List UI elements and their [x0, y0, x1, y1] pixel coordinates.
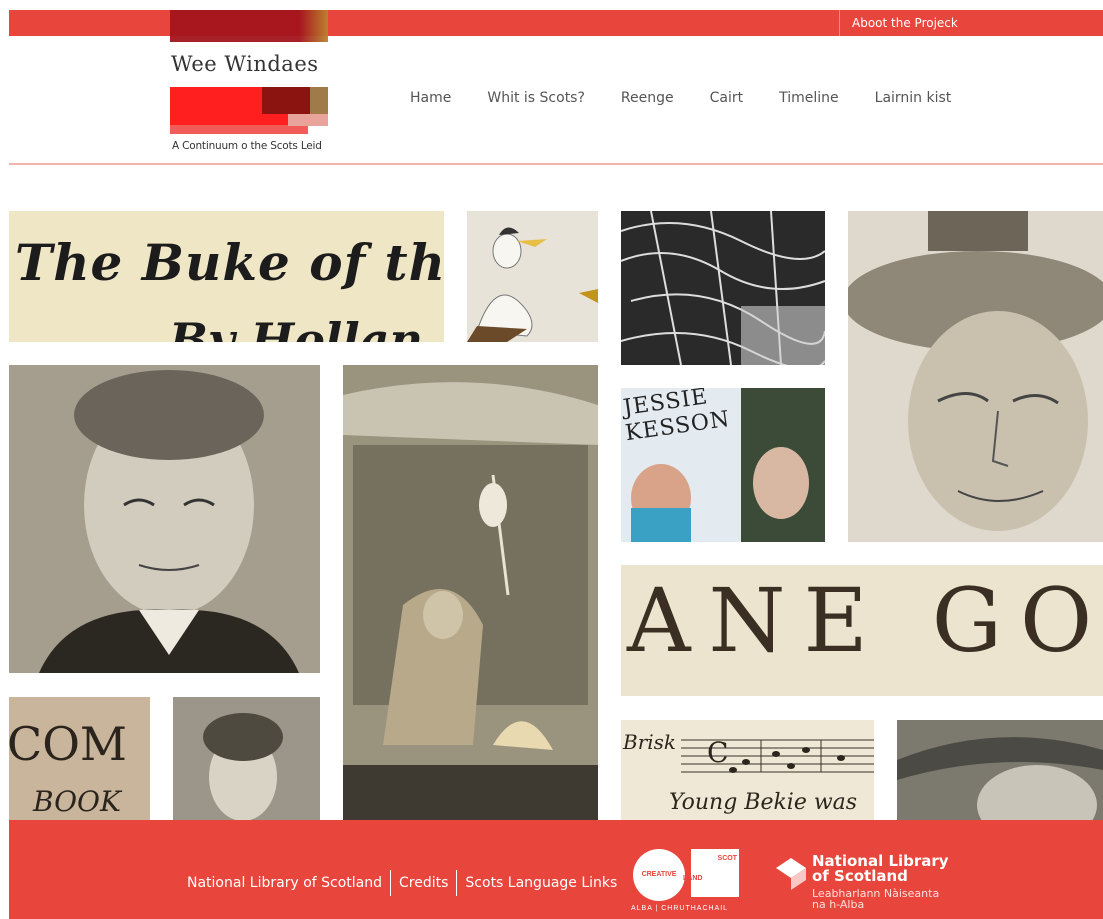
- book-text: BOOK: [33, 785, 121, 818]
- creative-square-bottom: LAND: [683, 875, 703, 882]
- tile-woman-hat-photo[interactable]: [897, 720, 1103, 820]
- woodcut-illustration: [621, 211, 825, 365]
- main-nav: Hame Whit is Scots? Reenge Cairt Timelin…: [410, 90, 987, 106]
- nav-cairt[interactable]: Cairt: [710, 90, 744, 106]
- creative-scotland-logo[interactable]: CREATIVE SCOT LAND ALBA | CHRUTHACHAIL: [631, 845, 741, 917]
- tile-woodcut-figures[interactable]: [621, 211, 825, 365]
- tile-man-portrait[interactable]: [9, 365, 320, 673]
- tile-com-book[interactable]: COM BOOK: [9, 697, 150, 820]
- nav-reenge[interactable]: Reenge: [621, 90, 674, 106]
- footer-link-credits[interactable]: Credits: [399, 875, 448, 891]
- footer-link-scots-language-links[interactable]: Scots Language Links: [465, 875, 617, 891]
- nls-gaelic-line2: na h-Alba: [812, 898, 865, 911]
- about-project-link[interactable]: Aboot the Projeck: [839, 10, 958, 36]
- tile-buke-line1: The Buke of the L: [15, 233, 444, 292]
- header-divider: [9, 163, 1103, 165]
- nav-hame[interactable]: Hame: [410, 90, 451, 106]
- tile-old-man-etching[interactable]: [848, 211, 1103, 542]
- nls-logo[interactable]: National Library of Scotland Leabharlann…: [774, 850, 974, 918]
- hat-photo-illustration: [897, 720, 1103, 820]
- logo-top-strip: [170, 10, 328, 42]
- tile-music-score[interactable]: C Brisk Young Bekie was: [621, 720, 874, 820]
- footer-separator: [456, 870, 458, 896]
- etching-portrait: [848, 211, 1103, 531]
- spinning-woman-illustration: [343, 365, 598, 820]
- engraved-head-illustration: [173, 697, 320, 820]
- nav-timeline[interactable]: Timeline: [779, 90, 839, 106]
- tile-woman-spinning[interactable]: [343, 365, 598, 820]
- nls-name-line2: of Scotland: [812, 867, 908, 885]
- creative-square-top: SCOT: [717, 855, 737, 862]
- music-text-lyric: Young Bekie was: [669, 790, 858, 815]
- creative-scotland-sub: ALBA | CHRUTHACHAIL: [631, 905, 729, 912]
- logo-block: [262, 87, 310, 114]
- nav-lairnin-kist[interactable]: Lairnin kist: [875, 90, 952, 106]
- site-footer: National Library of Scotland Credits Sco…: [9, 820, 1103, 919]
- tile-eider-ducks[interactable]: [467, 211, 598, 342]
- footer-links: National Library of Scotland Credits Sco…: [187, 870, 617, 896]
- site-tagline: A Continuum o the Scots Leid: [172, 140, 322, 152]
- site-logo[interactable]: Wee Windaes A Continuum o the Scots Leid: [170, 10, 330, 160]
- portrait-illustration: [9, 365, 320, 673]
- creative-circle: CREATIVE: [633, 849, 685, 901]
- footer-link-nls[interactable]: National Library of Scotland: [187, 875, 382, 891]
- nls-book-icon: [776, 858, 806, 890]
- ane-go-text: ANE GO: [627, 569, 1103, 672]
- ducks-illustration: [467, 227, 598, 342]
- tile-buke-of-the-howlat[interactable]: The Buke of the L By Hollan: [9, 211, 444, 342]
- logo-block: [288, 114, 328, 126]
- logo-block: [310, 87, 328, 114]
- music-text-brisk: Brisk: [623, 730, 677, 754]
- music-clef: C: [707, 736, 729, 769]
- tile-ane-godlie-dreame[interactable]: ANE GO: [621, 565, 1103, 696]
- site-title[interactable]: Wee Windaes: [171, 52, 319, 76]
- footer-separator: [390, 870, 392, 896]
- com-text: COM: [9, 717, 128, 771]
- tile-buke-line2: By Hollan: [169, 313, 423, 342]
- nls-name: National Library of Scotland: [812, 854, 949, 884]
- tile-engraved-head[interactable]: [173, 697, 320, 820]
- nls-gaelic-name: Leabharlann Nàiseanta na h-Alba: [812, 888, 939, 910]
- creative-square: SCOT LAND: [683, 849, 739, 897]
- tile-jessie-kesson-book[interactable]: JESSIE KESSON: [621, 388, 825, 542]
- nav-whit-is-scots[interactable]: Whit is Scots?: [487, 90, 585, 106]
